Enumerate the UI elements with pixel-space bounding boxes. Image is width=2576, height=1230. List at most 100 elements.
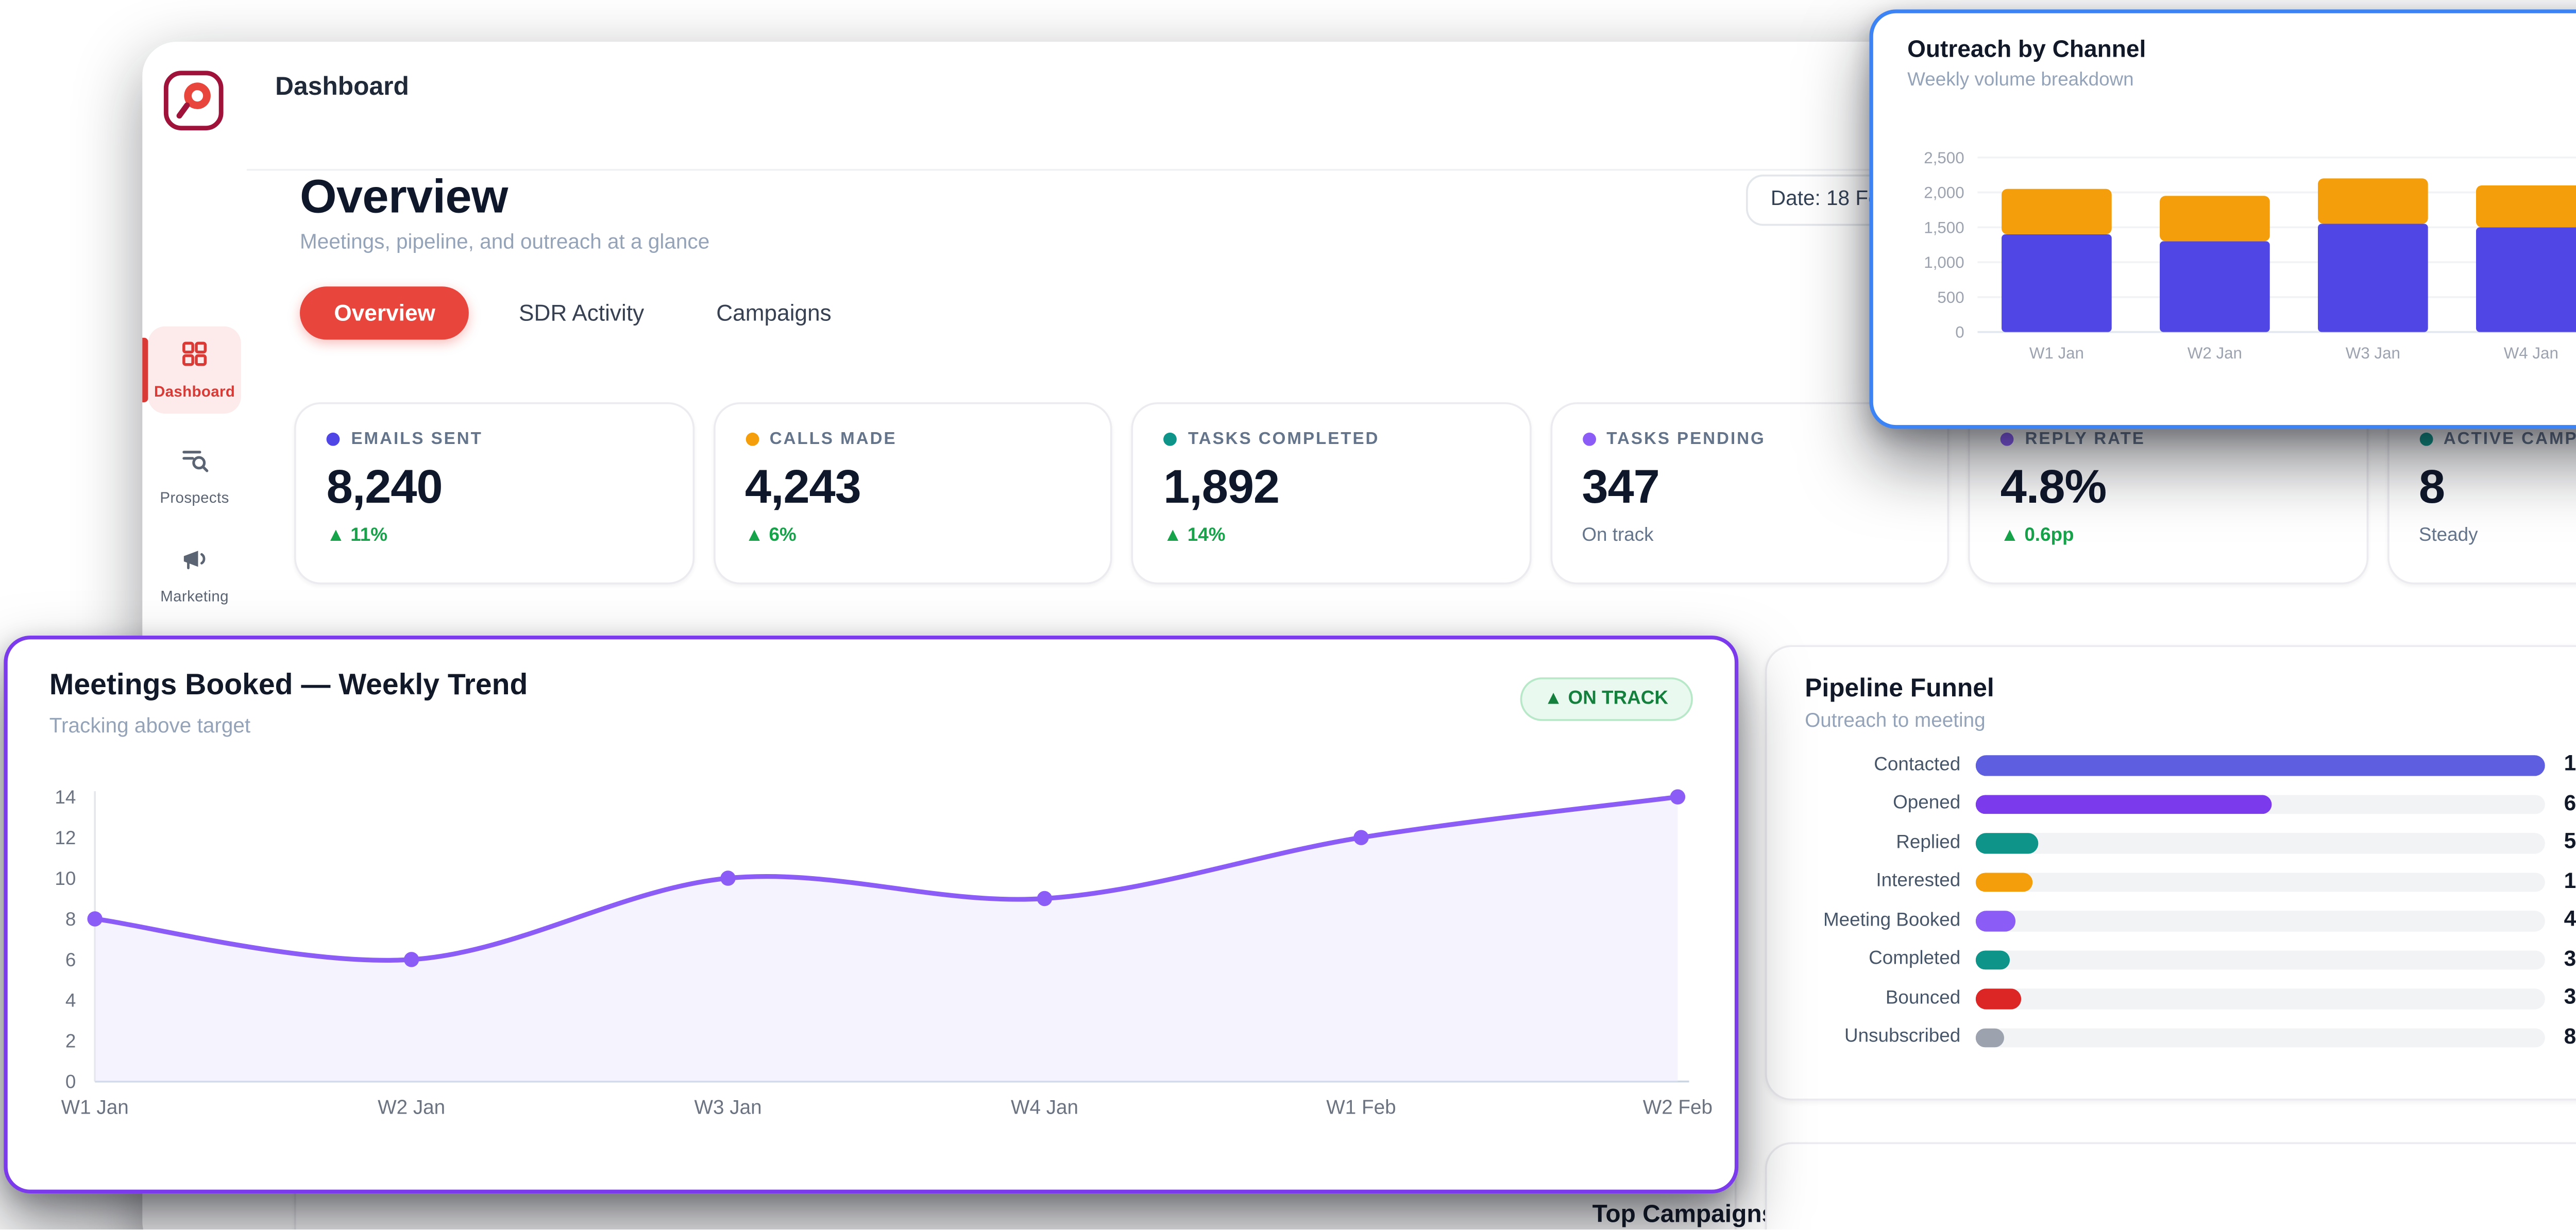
svg-text:1,500: 1,500 (1924, 218, 1964, 236)
active-accent-bar (142, 338, 148, 402)
kpi-label: TASKS PENDING (1606, 429, 1766, 448)
funnel-row-label: Contacted (1805, 755, 1976, 776)
sidebar-item-marketing[interactable]: Marketing (148, 531, 241, 618)
funnel-row-value: 12,483 (2545, 754, 2576, 776)
page-subtitle: Meetings, pipeline, and outreach at a gl… (300, 231, 709, 254)
kpi-delta: On track (1582, 525, 1917, 546)
funnel-subtitle: Outreach to meeting (1805, 710, 1985, 732)
list-search-icon (180, 446, 209, 484)
screenshot-stage: Dashboard Dashboard (0, 0, 2576, 1229)
svg-text:500: 500 (1937, 288, 1964, 306)
svg-text:W4 Jan: W4 Jan (2504, 344, 2558, 362)
svg-text:W1 Feb: W1 Feb (1326, 1096, 1396, 1118)
kpi-card-reply-rate: REPLY RATE 4.8% ▲ 0.6pp (1968, 402, 2367, 585)
kpi-value: 4.8% (2001, 461, 2335, 516)
svg-text:14: 14 (55, 787, 76, 808)
svg-text:W3 Jan: W3 Jan (2346, 344, 2400, 362)
svg-text:W2 Feb: W2 Feb (1643, 1096, 1713, 1118)
kpi-delta: Steady (2419, 525, 2576, 546)
funnel-row-value: 599 (2545, 831, 2576, 854)
kpi-dot (745, 432, 758, 445)
page-title: Overview (300, 171, 508, 226)
funnel-row-label: Replied (1805, 832, 1976, 853)
funnel-row-label: Unsubscribed (1805, 1027, 1976, 1048)
funnel-bar-track (1976, 794, 2545, 814)
funnel-row-value: 89 (2545, 1026, 2576, 1049)
kpi-label: TASKS COMPLETED (1188, 429, 1379, 448)
funnel-bar (1976, 794, 2272, 814)
funnel-bar (1976, 833, 2039, 853)
kpi-label: EMAILS SENT (351, 429, 482, 448)
funnel-row-label: Interested (1805, 872, 1976, 893)
pipeline-funnel-card: Pipeline Funnel Outreach to meeting Cont… (1765, 645, 2576, 1100)
funnel-row-value: 6,491 (2545, 793, 2576, 815)
funnel-row-value: 47 (2545, 909, 2576, 932)
kpi-delta: ▲ 0.6pp (2001, 525, 2335, 546)
kpi-dot (1163, 432, 1177, 445)
svg-text:W1 Jan: W1 Jan (61, 1096, 129, 1118)
svg-text:0: 0 (65, 1071, 76, 1092)
kpi-delta: ▲ 6% (745, 525, 1080, 546)
svg-text:6: 6 (65, 949, 76, 970)
funnel-row-value: 312 (2545, 987, 2576, 1010)
sidebar-item-label: Dashboard (154, 383, 235, 400)
funnel-row-label: Completed (1805, 949, 1976, 970)
kpi-dot (327, 432, 340, 445)
funnel-row-interested: Interested 124 20.7% (1805, 872, 2576, 892)
funnel-row-value: 38 (2545, 948, 2576, 971)
kpi-delta: ▲ 14% (1163, 525, 1498, 546)
funnel-bar (1976, 755, 2545, 775)
svg-text:2,500: 2,500 (1924, 149, 1964, 167)
bottom-card-title: Top Campaigns (1592, 1199, 1776, 1227)
funnel-row-completed: Completed 38 80.9% (1805, 950, 2576, 970)
sidebar-item-dashboard[interactable]: Dashboard (148, 327, 241, 414)
kpi-card-active-campaigns: ACTIVE CAMPAIGNS 8 Steady (2386, 402, 2576, 585)
dashboard-grid-icon (180, 339, 209, 378)
sidebar-item-prospects[interactable]: Prospects (148, 433, 241, 520)
kpi-value: 1,892 (1163, 461, 1498, 516)
tab-overview[interactable]: Overview (300, 286, 469, 339)
funnel-bar (1976, 872, 2033, 892)
svg-text:0: 0 (1955, 323, 1964, 341)
svg-text:W2 Jan: W2 Jan (378, 1096, 445, 1118)
kpi-value: 8 (2419, 461, 2576, 516)
kpi-dot (1582, 432, 1595, 445)
kpi-row: EMAILS SENT 8,240 ▲ 11% CALLS MADE 4,243… (294, 402, 2576, 585)
tab-campaigns[interactable]: Campaigns (693, 286, 854, 339)
funnel-bar-track (1976, 950, 2545, 970)
kpi-value: 4,243 (745, 461, 1080, 516)
logo-magnifier-icon (161, 69, 226, 133)
funnel-bar-track (1976, 872, 2545, 892)
svg-text:1,000: 1,000 (1924, 253, 1964, 271)
svg-text:2,000: 2,000 (1924, 184, 1964, 202)
tab-sdr-activity[interactable]: SDR Activity (496, 286, 667, 339)
kpi-dot (2419, 432, 2432, 445)
kpi-card-calls-made: CALLS MADE 4,243 ▲ 6% (713, 402, 1112, 585)
meetings-trend-panel: Meetings Booked — Weekly Trend Tracking … (4, 636, 1738, 1193)
view-tabs: Overview SDR Activity Campaigns (300, 286, 854, 339)
funnel-row-label: Meeting Booked (1805, 910, 1976, 931)
svg-text:W1 Jan: W1 Jan (2029, 344, 2084, 362)
funnel-row-label: Opened (1805, 794, 1976, 815)
kpi-label: CALLS MADE (770, 429, 897, 448)
outreach-channel-panel: Outreach by Channel Weekly volume breakd… (1869, 9, 2576, 429)
funnel-row-value: 124 (2545, 870, 2576, 893)
funnel-bar (1976, 911, 2015, 931)
funnel-row-label: Bounced (1805, 988, 1976, 1009)
app-logo[interactable] (161, 69, 226, 133)
sidebar-item-label: Marketing (160, 588, 229, 605)
svg-text:8: 8 (65, 909, 76, 930)
funnel-title: Pipeline Funnel (1805, 674, 1994, 702)
svg-text:12: 12 (55, 827, 76, 848)
funnel-bar-track (1976, 755, 2545, 775)
funnel-bar-track (1976, 833, 2545, 853)
svg-text:W2 Jan: W2 Jan (2188, 344, 2242, 362)
funnel-bar-track (1976, 1028, 2545, 1048)
svg-text:W4 Jan: W4 Jan (1011, 1096, 1078, 1118)
svg-text:4: 4 (65, 990, 76, 1011)
window-header-title: Dashboard (275, 72, 409, 100)
sidebar-item-label: Prospects (160, 489, 229, 506)
funnel-row-contacted: Contacted 12,483 (1805, 755, 2576, 775)
kpi-label: ACTIVE CAMPAIGNS (2444, 429, 2576, 448)
svg-text:W3 Jan: W3 Jan (694, 1096, 762, 1118)
